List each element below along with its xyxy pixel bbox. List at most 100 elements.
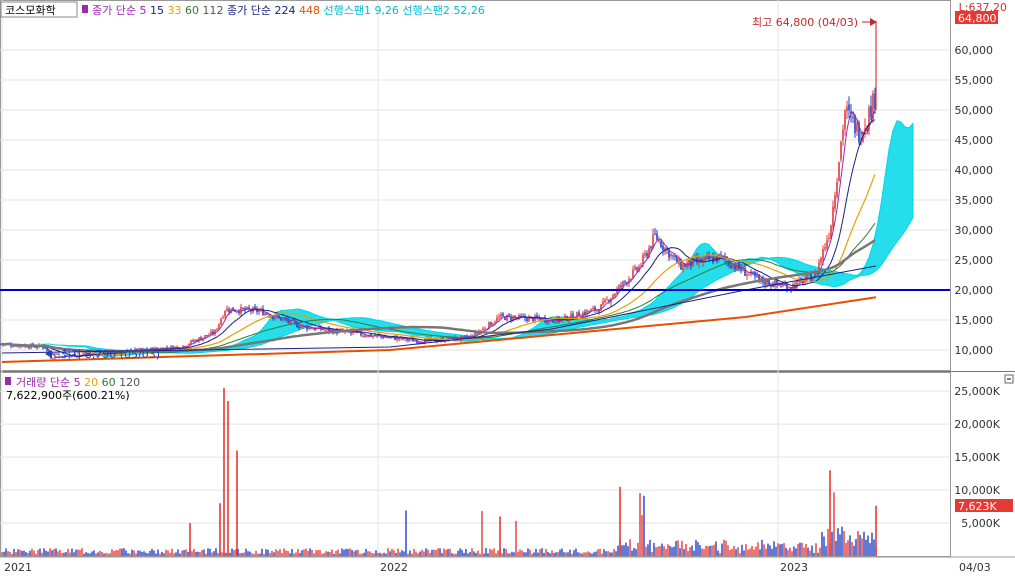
candle-body [600,304,602,312]
candle-body [264,313,266,316]
legend-item: 종가 단순 [223,4,270,17]
volume-bar [635,549,637,556]
candle-body [210,331,212,335]
volume-bar [343,549,345,556]
volume-bar [769,545,771,556]
volume-bar [663,546,665,556]
candle-body [606,299,608,301]
volume-bar [825,546,827,556]
candle-body [842,129,844,141]
volume-bar [633,547,635,556]
volume-bar [455,553,457,556]
volume-bar [347,549,349,556]
volume-bar [689,547,691,556]
volume-bar [301,550,303,556]
volume-bar [643,495,645,556]
volume-bar [105,552,107,556]
candle-body [484,328,486,330]
volume-bar [607,551,609,556]
volume-bar [315,550,317,556]
candle-body [272,316,274,319]
volume-bar [317,549,319,556]
volume-bar [161,551,163,556]
volume-bar [313,553,315,556]
volume-bar [201,550,203,556]
legend-item: 5 [136,4,147,17]
volume-bar [43,548,45,556]
candle-body [266,313,268,315]
volume-bar [63,552,65,556]
candle-body [254,306,256,309]
volume-bar [393,550,395,556]
volume-bar [199,551,201,556]
volume-bar [179,553,181,556]
candle-body [634,266,636,270]
volume-bar [141,551,143,556]
legend-item: 224 [271,4,296,17]
volume-bar [471,548,473,556]
volume-bar [845,542,847,556]
candle-body [834,195,836,209]
candle-body [650,246,652,249]
candle-body [644,253,646,256]
volume-bar [267,549,269,556]
volume-bar [79,549,81,556]
y-tick-label: 15,000 [955,314,994,327]
volume-bar [231,548,233,556]
volume-bar [547,551,549,556]
volume-bar [811,545,813,556]
volume-bar [431,549,433,556]
volume-bar [705,545,707,556]
volume-bar [729,550,731,556]
candle-body [764,281,766,286]
volume-bar [61,553,63,556]
volume-bar [257,553,259,556]
volume-bar [507,553,509,556]
volume-bar [23,550,25,556]
volume-bar [587,551,589,556]
volume-bar [863,531,865,556]
stock-chart[interactable]: 10,000 15,000 20,000 25,000 30,000 35,000 40,0… [0,0,1015,576]
volume-bar [489,548,491,556]
volume-bar [59,549,61,556]
volume-bar [131,549,133,556]
volume-bar [563,552,565,556]
volume-bar [773,541,775,556]
candle-body [636,267,638,270]
volume-peak-bar [875,505,877,556]
volume-bar [331,549,333,556]
volume-bar [205,553,207,556]
volume-bar [383,552,385,556]
volume-bar [693,550,695,556]
volume-bar [255,550,257,556]
y-tick-label: 25,000K [954,385,1000,398]
volume-bar [593,552,595,556]
volume-bar [159,553,161,556]
volume-bar [415,551,417,556]
candle-body [234,310,236,312]
legend-item: 60 [181,4,199,17]
volume-bar [445,549,447,556]
candle-body [366,336,368,338]
volume-bar [439,548,441,556]
volume-bar [857,531,859,556]
volume-bar [639,493,641,556]
volume-bar [269,553,271,556]
price-legend: 코스모화학 종가 단순 5 15 33 60 112 종가 단순 224 448… [0,1,485,18]
candle-body [662,245,664,250]
candle-body [820,258,822,263]
volume-bar [175,552,177,556]
volume-bar [387,548,389,556]
candle-body [546,321,548,323]
volume-bar [213,551,215,556]
volume-bar [669,545,671,556]
volume-bar [421,549,423,556]
volume-bar [557,552,559,556]
candle-body [12,346,14,348]
volume-bar [817,552,819,556]
volume-bar [99,550,101,556]
volume-bar [203,549,205,556]
volume-peak-bar [223,387,225,556]
candle-body [846,106,848,112]
volume-bar [407,553,409,556]
